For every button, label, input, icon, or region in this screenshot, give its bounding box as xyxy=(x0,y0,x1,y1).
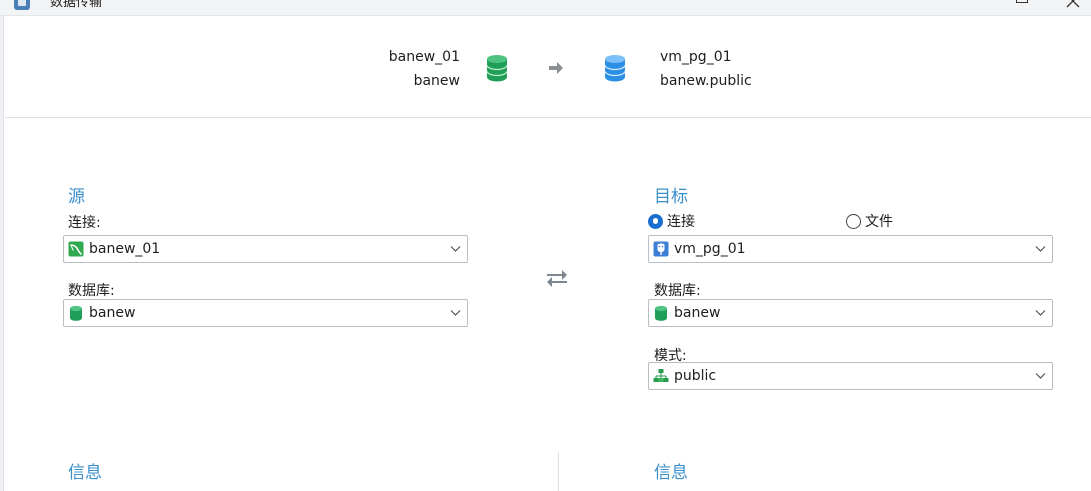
source-database-label: 数据库: xyxy=(68,283,115,299)
target-radio-file-label: 文件 xyxy=(865,214,893,230)
schema-tree-icon xyxy=(653,369,669,382)
source-database-value: banew xyxy=(89,305,136,321)
source-connection-value: banew_01 xyxy=(89,241,161,257)
window-titlebar: 数据传输 xyxy=(0,0,1091,16)
summary-target-schema: banew.public xyxy=(660,73,752,89)
radio-selected-indicator xyxy=(648,213,663,229)
chevron-down-icon xyxy=(1035,246,1046,252)
source-connection-label: 连接: xyxy=(68,215,101,231)
swap-arrows-icon[interactable] xyxy=(545,266,569,290)
target-schema-select[interactable]: public xyxy=(648,362,1053,390)
summary-source-connection: banew_01 xyxy=(388,49,460,65)
source-info-title: 信息 xyxy=(68,463,102,483)
database-green-icon xyxy=(655,305,667,321)
chevron-down-icon xyxy=(1035,373,1046,379)
chevron-down-icon xyxy=(1035,310,1046,316)
database-green-icon xyxy=(486,55,508,82)
chevron-down-icon xyxy=(450,310,461,316)
target-connection-select[interactable]: vm_pg_01 xyxy=(648,235,1053,263)
arrow-right-icon xyxy=(549,62,563,74)
maximize-button[interactable] xyxy=(1016,0,1028,3)
close-button[interactable] xyxy=(1066,0,1080,8)
summary-target-connection: vm_pg_01 xyxy=(660,49,732,65)
window-left-border xyxy=(0,0,4,491)
target-section-title: 目标 xyxy=(654,187,688,207)
target-radio-connection-label: 连接 xyxy=(667,214,695,230)
window-title: 数据传输 xyxy=(50,0,103,10)
postgresql-connection-icon xyxy=(653,241,669,257)
transfer-summary: banew_01 banew vm_pg_01 banew.public xyxy=(5,16,1091,118)
source-connection-select[interactable]: banew_01 xyxy=(63,235,468,263)
target-radio-file[interactable]: 文件 xyxy=(846,211,893,231)
target-radio-connection[interactable]: 连接 xyxy=(648,211,695,231)
target-connection-value: vm_pg_01 xyxy=(674,241,746,257)
target-info-title: 信息 xyxy=(654,463,688,483)
target-database-value: banew xyxy=(674,305,721,321)
source-section-title: 源 xyxy=(68,187,85,207)
database-blue-icon xyxy=(604,55,626,82)
target-database-select[interactable]: banew xyxy=(648,299,1053,327)
summary-source-database: banew xyxy=(413,73,460,89)
database-green-icon xyxy=(70,305,82,321)
info-divider xyxy=(558,452,559,491)
target-schema-value: public xyxy=(674,368,717,384)
source-database-select[interactable]: banew xyxy=(63,299,468,327)
target-database-label: 数据库: xyxy=(654,283,701,299)
app-logo-icon xyxy=(14,0,30,10)
mysql-connection-icon xyxy=(68,241,84,257)
radio-unselected-indicator xyxy=(846,213,861,229)
chevron-down-icon xyxy=(450,246,461,252)
